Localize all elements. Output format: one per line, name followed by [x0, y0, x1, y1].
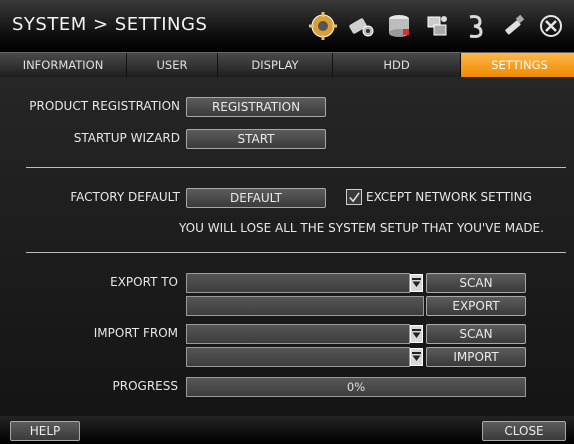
- divider: [26, 252, 566, 253]
- settings-gear-icon[interactable]: [306, 9, 340, 43]
- export-file-field[interactable]: [186, 296, 424, 316]
- import-source-select[interactable]: [186, 324, 410, 344]
- import-scan-button[interactable]: SCAN: [426, 324, 526, 344]
- title-bar: SYSTEM > SETTINGS: [0, 0, 574, 52]
- checkmark-icon: [348, 191, 360, 202]
- startup-wizard-label: STARTUP WIZARD: [73, 131, 180, 145]
- camera-icon[interactable]: [344, 9, 378, 43]
- registration-button[interactable]: REGISTRATION: [186, 97, 326, 117]
- storage-icon[interactable]: [382, 9, 416, 43]
- start-wizard-button[interactable]: START: [186, 129, 326, 149]
- except-network-checkbox[interactable]: [346, 189, 362, 205]
- factory-default-warning: YOU WILL LOSE ALL THE SYSTEM SETUP THAT …: [179, 221, 544, 235]
- export-target-select[interactable]: [186, 273, 410, 293]
- export-to-label: EXPORT TO: [110, 275, 178, 289]
- progress-bar: 0%: [186, 377, 526, 397]
- tab-settings[interactable]: SETTINGS: [461, 53, 574, 77]
- close-button[interactable]: CLOSE: [482, 421, 566, 441]
- settings-panel: PRODUCT REGISTRATION REGISTRATION STARTU…: [0, 77, 574, 416]
- export-button[interactable]: EXPORT: [426, 296, 526, 316]
- progress-label: PROGRESS: [112, 379, 178, 393]
- tab-information[interactable]: INFORMATION: [0, 53, 127, 77]
- settings-window: SYSTEM > SETTINGS INFORMATION USER DISPL…: [0, 0, 574, 444]
- tab-hdd[interactable]: HDD: [333, 53, 461, 77]
- factory-default-label: FACTORY DEFAULT: [70, 190, 180, 204]
- import-file-dropdown-icon[interactable]: [410, 348, 423, 366]
- except-network-label: EXCEPT NETWORK SETTING: [366, 190, 532, 204]
- product-registration-label: PRODUCT REGISTRATION: [29, 99, 180, 113]
- window-title: SYSTEM > SETTINGS: [12, 14, 208, 35]
- network-icon[interactable]: [420, 9, 454, 43]
- import-file-select[interactable]: [186, 347, 410, 367]
- export-target-dropdown-icon[interactable]: [410, 274, 423, 292]
- import-from-label: IMPORT FROM: [93, 326, 178, 340]
- factory-default-button[interactable]: DEFAULT: [186, 188, 326, 208]
- close-icon[interactable]: [534, 9, 568, 43]
- tab-display[interactable]: DISPLAY: [218, 53, 333, 77]
- import-source-dropdown-icon[interactable]: [410, 325, 423, 343]
- progress-text: 0%: [346, 380, 366, 394]
- export-scan-button[interactable]: SCAN: [426, 273, 526, 293]
- tab-user[interactable]: USER: [127, 53, 218, 77]
- help-button[interactable]: HELP: [10, 421, 80, 441]
- toolbar-icons: [306, 8, 568, 44]
- divider: [26, 167, 566, 168]
- import-button[interactable]: IMPORT: [426, 347, 526, 367]
- event-icon[interactable]: [458, 9, 492, 43]
- usb-icon[interactable]: [496, 9, 530, 43]
- tab-bar: INFORMATION USER DISPLAY HDD SETTINGS: [0, 52, 574, 77]
- bottom-bar: HELP CLOSE: [0, 416, 574, 444]
